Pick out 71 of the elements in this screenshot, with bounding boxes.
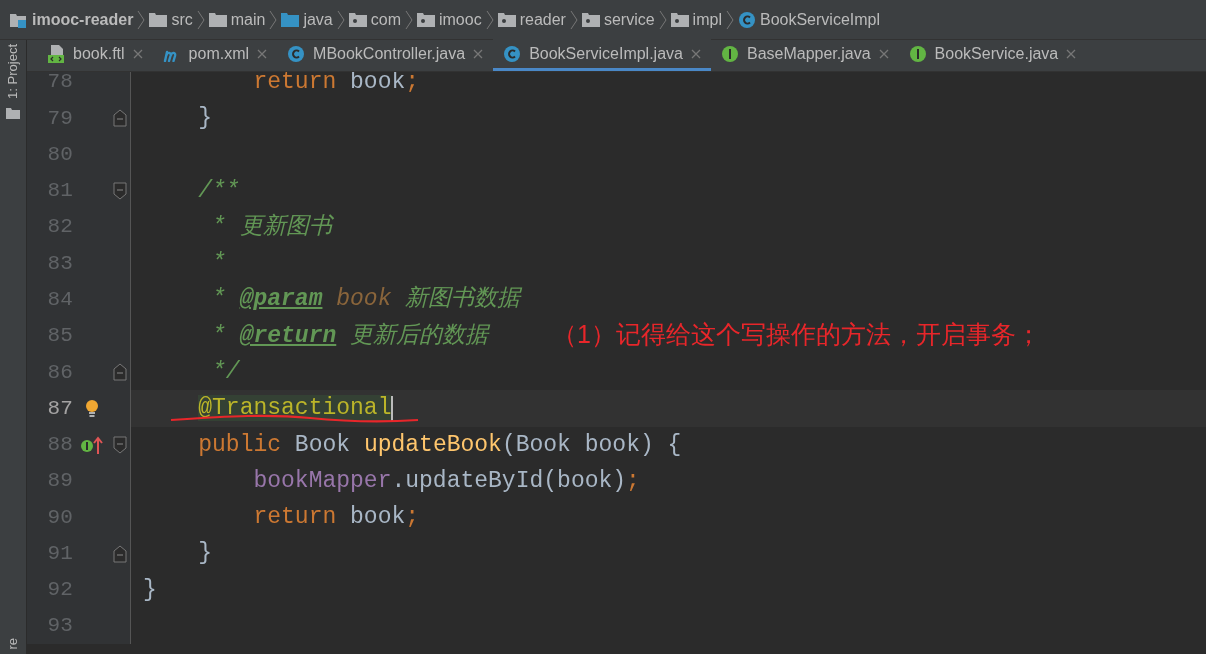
code-line: * @return 更新后的数据: [211, 321, 489, 351]
close-icon: [1066, 48, 1077, 59]
breadcrumb-item[interactable]: imooc: [439, 7, 482, 32]
fold-icon: [113, 544, 128, 563]
annotation-note: （1）记得给这个写操作的方法，开启事务；: [552, 319, 1041, 350]
folder-icon: [149, 12, 168, 27]
chevron-icon: [725, 9, 734, 30]
package-icon: [581, 12, 600, 27]
folder-icon: [281, 12, 300, 27]
chevron-icon: [658, 9, 667, 30]
line-number: 87: [46, 395, 73, 422]
code-line: }: [197, 104, 213, 134]
editor-tab[interactable]: pom.xml: [152, 39, 278, 71]
code-line: }: [143, 575, 157, 605]
chevron-icon: [137, 9, 146, 30]
lightbulb-icon: [84, 399, 99, 418]
folder-icon: [208, 12, 227, 27]
interface-icon: [720, 44, 739, 63]
class-icon: [287, 44, 306, 63]
template-file-icon: [47, 44, 65, 63]
editor-tab[interactable]: MBookController.java: [277, 39, 494, 71]
package-icon: [417, 12, 435, 27]
code-line: public Book updateBook(Book book) {: [197, 430, 682, 460]
breadcrumb-item[interactable]: main: [230, 7, 266, 32]
close-icon: [257, 48, 268, 59]
package-icon: [670, 12, 689, 27]
code-line: return book;: [252, 72, 420, 97]
fold-icon: [113, 181, 128, 200]
breadcrumb-item[interactable]: java: [303, 7, 333, 32]
editor-tab[interactable]: book.ftl: [37, 39, 153, 71]
chevron-icon: [269, 9, 278, 30]
breadcrumb-item[interactable]: reader: [519, 7, 566, 32]
fold-icon: [113, 109, 128, 128]
class-icon: [737, 10, 756, 29]
breadcrumb-item[interactable]: src: [171, 7, 193, 32]
close-icon: [878, 48, 889, 59]
chevron-icon: [485, 9, 494, 30]
chevron-icon: [196, 9, 205, 30]
editor-tab[interactable]: BaseMapper.java: [710, 39, 899, 71]
fold-icon: [113, 435, 128, 454]
code-line: *: [211, 249, 226, 279]
breadcrumb-item[interactable]: com: [370, 7, 401, 32]
package-icon: [497, 12, 516, 27]
code-line: }: [197, 539, 213, 569]
project-icon: [10, 11, 28, 28]
chevron-icon: [336, 9, 345, 30]
close-icon: [690, 48, 701, 59]
folder-icon: [6, 106, 20, 119]
project-tool-tab[interactable]: 1: Project: [3, 44, 23, 99]
code-line: */: [211, 358, 240, 387]
breadcrumb-item[interactable]: service: [603, 7, 655, 32]
breadcrumb-item[interactable]: imooc-reader: [32, 7, 134, 32]
code-line: return book;: [252, 503, 420, 533]
code-line: bookMapper.updateById(book);: [252, 466, 640, 496]
editor-tab[interactable]: BookServiceImpl.java: [493, 39, 711, 71]
code-line: /**: [197, 176, 240, 206]
breadcrumb-item[interactable]: BookServiceImpl: [759, 7, 880, 32]
editor-tab[interactable]: BookService.java: [898, 39, 1087, 71]
close-icon: [473, 48, 484, 59]
fold-icon: [113, 363, 128, 382]
interface-icon: [908, 44, 927, 63]
package-icon: [348, 12, 367, 27]
breadcrumb-item[interactable]: impl: [692, 7, 722, 32]
tool-tab[interactable]: re: [3, 638, 23, 650]
code-line: * 更新图书: [211, 212, 332, 242]
class-icon: [503, 44, 522, 63]
chevron-icon: [569, 9, 578, 30]
close-icon: [132, 48, 143, 59]
chevron-icon: [405, 9, 413, 30]
code-line: * @param book 新图书数据: [211, 285, 521, 315]
implementation-icon: [79, 434, 104, 455]
